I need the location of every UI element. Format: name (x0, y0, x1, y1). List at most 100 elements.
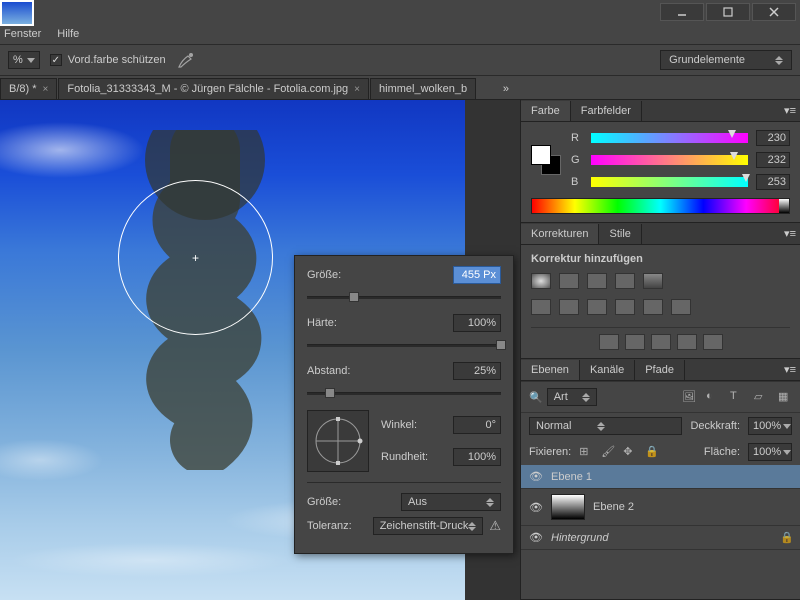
adjustment-invert-icon[interactable] (599, 334, 619, 350)
tablet-pressure-icon[interactable] (176, 50, 196, 70)
layer-row[interactable]: 👁 Ebene 2 (521, 489, 800, 526)
filter-adjustment-icon[interactable]: ◐ (706, 390, 720, 404)
adjustment-gradient-map-icon[interactable] (677, 334, 697, 350)
adjustment-bw-icon[interactable] (587, 299, 607, 315)
tab-stile[interactable]: Stile (599, 224, 641, 244)
document-tab-2[interactable]: Fotolia_31333343_M - © Jürgen Fälchle - … (58, 78, 369, 99)
layer-row[interactable]: 👁 Hintergrund 🔒 (521, 526, 800, 550)
color-spectrum[interactable] (531, 198, 790, 214)
blend-mode-dropdown[interactable]: Normal (529, 417, 682, 435)
lock-transparency-icon[interactable]: ⊞ (579, 445, 593, 459)
brush-size-dynamics-dropdown[interactable]: Aus (401, 493, 501, 511)
g-label: G (571, 154, 583, 166)
adjustment-curves-icon[interactable] (587, 273, 607, 289)
brush-angle-label: Winkel: (381, 419, 417, 431)
panel-menu-icon[interactable]: ▾≡ (784, 363, 796, 376)
panel-menu-icon[interactable]: ▾≡ (784, 227, 796, 240)
brush-size-dynamics-label: Größe: (307, 496, 341, 508)
fill-input[interactable]: 100% (748, 443, 792, 461)
brush-spacing-slider[interactable] (307, 386, 501, 400)
brush-tolerance-dropdown[interactable]: Zeichenstift-Druck (373, 517, 484, 535)
layer-row[interactable]: 👁 Ebene 1 (521, 465, 800, 489)
brush-angle-control[interactable] (307, 410, 369, 472)
brush-roundness-input[interactable]: 100% (453, 448, 501, 466)
adjustment-lookup-icon[interactable] (671, 299, 691, 315)
brush-settings-popup: Größe: 455 Px Härte: 100% Abstand: 25% W… (294, 255, 514, 554)
opacity-field[interactable]: % (8, 51, 40, 69)
adjustment-vibrance-icon[interactable] (643, 273, 663, 289)
brush-angle-input[interactable]: 0° (453, 416, 501, 434)
color-swatch[interactable] (531, 145, 561, 175)
tab-farbe[interactable]: Farbe (521, 101, 571, 121)
layer-name[interactable]: Ebene 1 (551, 471, 792, 483)
layer-thumbnail[interactable] (551, 494, 585, 520)
visibility-icon[interactable]: 👁 (529, 470, 543, 483)
filter-smart-icon[interactable]: ▦ (778, 390, 792, 404)
adjustment-photo-filter-icon[interactable] (615, 299, 635, 315)
window-close-button[interactable] (752, 3, 796, 21)
tab-overflow-button[interactable]: » (497, 79, 515, 99)
protect-foreground-label: Vord.farbe schützen (68, 54, 166, 66)
adjustment-balance-icon[interactable] (559, 299, 579, 315)
layer-thumbnail[interactable] (0, 0, 34, 26)
window-maximize-button[interactable] (706, 3, 750, 21)
lock-position-icon[interactable]: ✥ (623, 445, 637, 459)
visibility-icon[interactable]: 👁 (529, 501, 543, 514)
g-slider[interactable] (591, 155, 748, 165)
tab-pfade[interactable]: Pfade (635, 360, 685, 380)
menu-hilfe[interactable]: Hilfe (57, 28, 79, 40)
adjustment-levels-icon[interactable] (559, 273, 579, 289)
filter-shape-icon[interactable]: ▱ (754, 390, 768, 404)
add-correction-label: Korrektur hinzufügen (531, 253, 790, 265)
adjustment-selective-icon[interactable] (703, 334, 723, 350)
visibility-icon[interactable]: 👁 (529, 531, 543, 544)
r-label: R (571, 132, 583, 144)
menu-fenster[interactable]: Fenster (4, 28, 41, 40)
document-tab-1[interactable]: B/8) *× (0, 78, 57, 99)
r-slider[interactable] (591, 133, 748, 143)
adjustment-hue-icon[interactable] (531, 299, 551, 315)
r-value[interactable]: 230 (756, 130, 790, 146)
lock-all-icon[interactable]: 🔒 (645, 445, 659, 459)
tab-kanaele[interactable]: Kanäle (580, 360, 635, 380)
filter-pixel-icon[interactable]: 🖼 (682, 390, 696, 404)
b-slider[interactable] (591, 177, 748, 187)
brush-size-slider[interactable] (307, 290, 501, 304)
g-value[interactable]: 232 (756, 152, 790, 168)
adjustment-threshold-icon[interactable] (651, 334, 671, 350)
layer-name[interactable]: Hintergrund (551, 532, 772, 544)
close-icon[interactable]: × (354, 84, 360, 95)
dropdown-value: Aus (408, 496, 427, 508)
adjustment-exposure-icon[interactable] (615, 273, 635, 289)
filter-type-icon[interactable]: T (730, 390, 744, 404)
close-icon[interactable]: × (43, 84, 49, 95)
adjustment-brightness-icon[interactable] (531, 273, 551, 289)
tab-farbfelder[interactable]: Farbfelder (571, 101, 642, 121)
adjustment-posterize-icon[interactable] (625, 334, 645, 350)
document-tab-3[interactable]: himmel_wolken_b (370, 78, 476, 99)
tab-ebenen[interactable]: Ebenen (521, 360, 580, 380)
opacity-label: Deckkraft: (690, 420, 740, 432)
brush-hardness-input[interactable]: 100% (453, 314, 501, 332)
layer-filter-dropdown[interactable]: Art (547, 388, 597, 406)
adjustment-channel-mixer-icon[interactable] (643, 299, 663, 315)
search-icon: 🔍 (529, 391, 543, 404)
tab-korrekturen[interactable]: Korrekturen (521, 224, 599, 244)
window-minimize-button[interactable] (660, 3, 704, 21)
brush-size-label: Größe: (307, 269, 341, 281)
panel-menu-icon[interactable]: ▾≡ (784, 104, 796, 117)
protect-foreground-checkbox[interactable] (50, 54, 62, 66)
brush-hardness-label: Härte: (307, 317, 337, 329)
brush-cursor (118, 180, 273, 335)
lock-pixels-icon[interactable]: 🖌 (601, 445, 615, 459)
brush-spacing-input[interactable]: 25% (453, 362, 501, 380)
warning-icon: ⚠ (489, 518, 501, 534)
canvas[interactable]: Größe: 455 Px Härte: 100% Abstand: 25% W… (0, 100, 520, 600)
opacity-input[interactable]: 100% (748, 417, 792, 435)
tab-label: Fotolia_31333343_M - © Jürgen Fälchle - … (67, 83, 348, 95)
brush-size-input[interactable]: 455 Px (453, 266, 501, 284)
brush-hardness-slider[interactable] (307, 338, 501, 352)
layer-name[interactable]: Ebene 2 (593, 501, 792, 513)
b-value[interactable]: 253 (756, 174, 790, 190)
workspace-dropdown[interactable]: Grundelemente (660, 50, 792, 70)
